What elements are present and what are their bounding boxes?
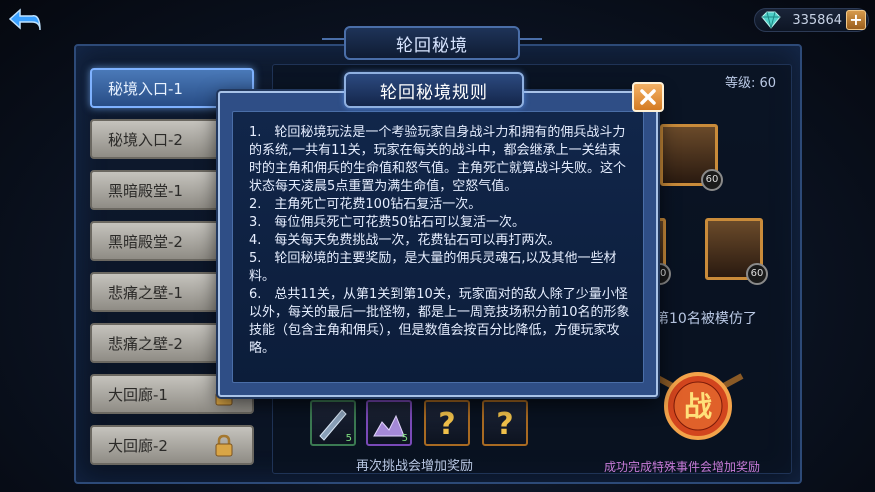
- svg-text:?: ?: [496, 407, 513, 442]
- hero-level-badge: 60: [746, 263, 768, 285]
- rule-item: 1. 轮回秘境玩法是一个考验玩家自身战斗力和拥有的佣兵战斗力的系统,一共有11关…: [249, 125, 627, 194]
- hero-level-badge: 60: [701, 169, 723, 191]
- back-button[interactable]: [4, 4, 48, 38]
- svg-text:战: 战: [684, 390, 712, 423]
- dialog-title: 轮回秘境规则: [344, 72, 524, 108]
- rule-item: 4. 每关每天免费挑战一次，花费钻石可以再打两次。: [249, 233, 561, 248]
- diamond-currency: 335864 +: [754, 8, 869, 32]
- close-button[interactable]: [632, 82, 664, 112]
- page-title: 轮回秘境: [322, 26, 542, 60]
- battle-emblem-icon: 战: [652, 372, 744, 440]
- battle-button[interactable]: 战: [644, 356, 752, 454]
- unknown-reward-item[interactable]: ?: [424, 400, 470, 446]
- question-mark-icon: ?: [496, 407, 513, 442]
- enemy-portrait[interactable]: 60: [660, 124, 723, 191]
- rule-item: 5. 轮回秘境的主要奖励，是大量的佣兵灵魂石,以及其他一些材料。: [249, 251, 617, 284]
- rules-text-box: 1. 轮回秘境玩法是一个考验玩家自身战斗力和拥有的佣兵战斗力的系统,一共有11关…: [232, 111, 644, 383]
- lock-icon: [215, 434, 233, 457]
- rules-dialog: 1. 轮回秘境玩法是一个考验玩家自身战斗力和拥有的佣兵战斗力的系统,一共有11关…: [218, 91, 658, 397]
- add-currency-button[interactable]: +: [846, 10, 866, 30]
- back-arrow-icon: [8, 8, 41, 31]
- unknown-reward-item[interactable]: ?: [482, 400, 528, 446]
- reward-item[interactable]: 5: [366, 400, 412, 446]
- close-icon: [640, 89, 656, 105]
- svg-text:?: ?: [438, 407, 455, 442]
- level-label: 等级: 60: [725, 76, 777, 91]
- battle-caption: 成功完成特殊事件会增加奖励: [604, 460, 761, 474]
- diamond-icon: [761, 11, 781, 29]
- tab-great-corridor-2[interactable]: 大回廊-2: [90, 425, 254, 465]
- rule-item: 6. 总共11关，从第1关到第10关，玩家面对的敌人除了少量小怪以外，每关的最后…: [249, 287, 630, 356]
- question-mark-icon: ?: [438, 407, 455, 442]
- reward-caption: 再次挑战会增加奖励: [356, 459, 474, 474]
- reward-item[interactable]: 5: [310, 400, 356, 446]
- ranking-info-text: 第10名被模仿了: [655, 311, 757, 327]
- enemy-portrait[interactable]: 60: [705, 218, 768, 285]
- currency-amount: 335864: [792, 12, 842, 28]
- rule-item: 3. 每位佣兵死亡可花费50钻石可以复活一次。: [249, 215, 525, 230]
- rule-item: 2. 主角死亡可花费100钻石复活一次。: [249, 197, 482, 212]
